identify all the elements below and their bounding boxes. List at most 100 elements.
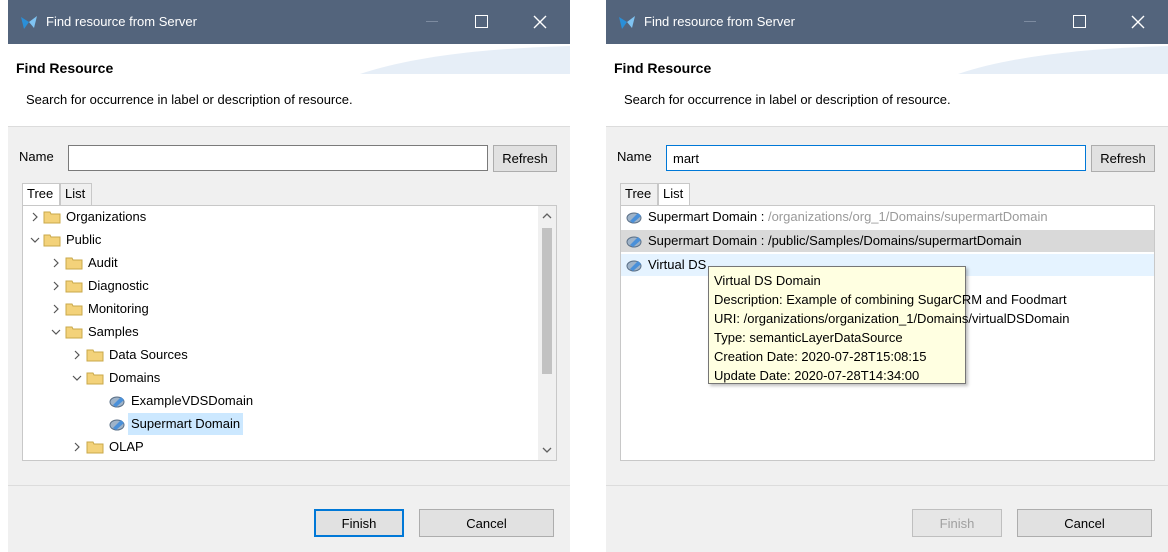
resource-tree: Organizations Public Audit Diagnostic Mo… <box>22 205 557 461</box>
tooltip-update-date: Update Date: 2020-07-28T14:34:00 <box>714 368 920 383</box>
tooltip-title: Virtual DS Domain <box>714 273 821 288</box>
folder-open-icon <box>43 234 61 247</box>
folder-icon <box>65 257 83 270</box>
tree-item-public[interactable]: Public <box>23 229 538 251</box>
tree-item-monitoring[interactable]: Monitoring <box>23 298 538 320</box>
domain-resource-icon <box>626 260 642 272</box>
chevron-right-icon[interactable] <box>49 298 63 320</box>
cancel-button[interactable]: Cancel <box>1017 509 1152 537</box>
list-item-name: Virtual DS <box>648 257 707 272</box>
tab-tree[interactable]: Tree <box>620 183 658 205</box>
folder-icon <box>86 349 104 362</box>
header-title: Find Resource <box>16 60 114 76</box>
domain-resource-icon <box>109 396 125 408</box>
tree-item-supermart-domain[interactable]: Supermart Domain <box>23 413 538 435</box>
tree-item-label: Organizations <box>66 209 147 224</box>
tree-item-label: Audit <box>88 255 118 270</box>
tree-item-diagnostic[interactable]: Diagnostic <box>23 275 538 297</box>
vertical-scrollbar[interactable] <box>538 206 556 460</box>
name-input[interactable] <box>68 145 488 171</box>
scroll-down-arrow-icon[interactable] <box>542 446 552 454</box>
find-resource-dialog-left: Find resource from Server Find Resource … <box>8 0 570 552</box>
scrollbar-thumb[interactable] <box>542 228 552 374</box>
tree-item-audit[interactable]: Audit <box>23 252 538 274</box>
finish-button[interactable]: Finish <box>314 509 404 537</box>
tree-item-label: Supermart Domain <box>128 413 244 435</box>
dialog-header: Find Resource Search for occurrence in l… <box>606 44 1168 127</box>
tooltip-type: Type: semanticLayerDataSource <box>714 330 903 345</box>
list-item-separator: : <box>757 209 768 224</box>
chevron-right-icon[interactable] <box>49 275 63 297</box>
tree-item-label: Monitoring <box>88 301 149 316</box>
cancel-button[interactable]: Cancel <box>419 509 554 537</box>
chevron-right-icon[interactable] <box>70 344 84 366</box>
tree-item-label: Diagnostic <box>88 278 149 293</box>
tree-item-data-sources[interactable]: Data Sources <box>23 344 538 366</box>
tree-item-olap[interactable]: OLAP <box>23 436 538 458</box>
chevron-down-icon[interactable] <box>49 321 63 343</box>
tree-item-examplevdsdomain[interactable]: ExampleVDSDomain <box>23 390 538 412</box>
folder-open-icon <box>65 326 83 339</box>
list-item-text: Supermart Domain : /organizations/org_1/… <box>648 206 1048 228</box>
close-button[interactable] <box>1126 10 1150 34</box>
folder-open-icon <box>86 372 104 385</box>
folder-icon <box>43 211 61 224</box>
name-label: Name <box>19 149 54 164</box>
chevron-down-icon[interactable] <box>70 367 84 389</box>
app-icon <box>619 16 635 29</box>
scroll-up-arrow-icon[interactable] <box>542 212 552 220</box>
folder-icon <box>86 441 104 454</box>
title-bar: Find resource from Server <box>8 0 570 44</box>
window-title: Find resource from Server <box>644 14 795 29</box>
refresh-button[interactable]: Refresh <box>1091 145 1155 172</box>
resource-tooltip: Virtual DS Domain Description: Example o… <box>708 266 1070 384</box>
header-description: Search for occurrence in label or descri… <box>624 92 951 107</box>
tree-item-label: Data Sources <box>109 347 188 362</box>
window-title: Find resource from Server <box>46 14 197 29</box>
header-title: Find Resource <box>614 60 712 76</box>
footer-divider <box>8 485 570 486</box>
app-icon <box>21 16 37 29</box>
tooltip-description: Description: Example of combining SugarC… <box>714 292 1067 307</box>
tree-item-organizations[interactable]: Organizations <box>23 206 538 228</box>
tree-item-samples[interactable]: Samples <box>23 321 538 343</box>
refresh-button[interactable]: Refresh <box>493 145 557 172</box>
tab-list[interactable]: List <box>60 183 92 205</box>
header-description: Search for occurrence in label or descri… <box>26 92 353 107</box>
list-item[interactable]: Supermart Domain : /organizations/org_1/… <box>621 206 1154 228</box>
folder-icon <box>65 280 83 293</box>
minimize-button[interactable] <box>1024 21 1036 22</box>
tree-item-label: OLAP <box>109 439 144 454</box>
list-item-name: Supermart Domain <box>648 209 758 224</box>
minimize-button[interactable] <box>426 21 438 22</box>
domain-resource-icon <box>626 212 642 224</box>
header-banner <box>360 46 570 74</box>
tab-tree[interactable]: Tree <box>22 183 60 205</box>
header-banner <box>958 46 1168 74</box>
domain-resource-icon <box>626 236 642 248</box>
list-item-path: /public/Samples/Domains/supermartDomain <box>767 233 1022 248</box>
list-item-name: Supermart Domain <box>648 233 758 248</box>
tree-item-label: Domains <box>109 370 161 385</box>
chevron-right-icon[interactable] <box>70 436 84 458</box>
chevron-down-icon[interactable] <box>28 229 42 251</box>
chevron-right-icon[interactable] <box>49 252 63 274</box>
name-input[interactable] <box>666 145 1086 171</box>
list-item-separator: : <box>757 233 768 248</box>
maximize-button[interactable] <box>475 15 488 28</box>
tab-list[interactable]: List <box>658 183 690 205</box>
chevron-right-icon[interactable] <box>28 206 42 228</box>
finish-button[interactable]: Finish <box>912 509 1002 537</box>
domain-resource-icon <box>109 419 125 431</box>
list-item-path: /organizations/org_1/Domains/supermartDo… <box>767 209 1048 224</box>
tree-item-label: Public <box>66 232 102 247</box>
list-item[interactable]: Supermart Domain : /public/Samples/Domai… <box>621 230 1154 252</box>
name-label: Name <box>617 149 652 164</box>
footer-divider <box>606 485 1168 486</box>
title-bar: Find resource from Server <box>606 0 1168 44</box>
tree-item-label: ExampleVDSDomain <box>131 393 254 408</box>
dialog-header: Find Resource Search for occurrence in l… <box>8 44 570 127</box>
tree-item-domains[interactable]: Domains <box>23 367 538 389</box>
close-button[interactable] <box>528 10 552 34</box>
maximize-button[interactable] <box>1073 15 1086 28</box>
